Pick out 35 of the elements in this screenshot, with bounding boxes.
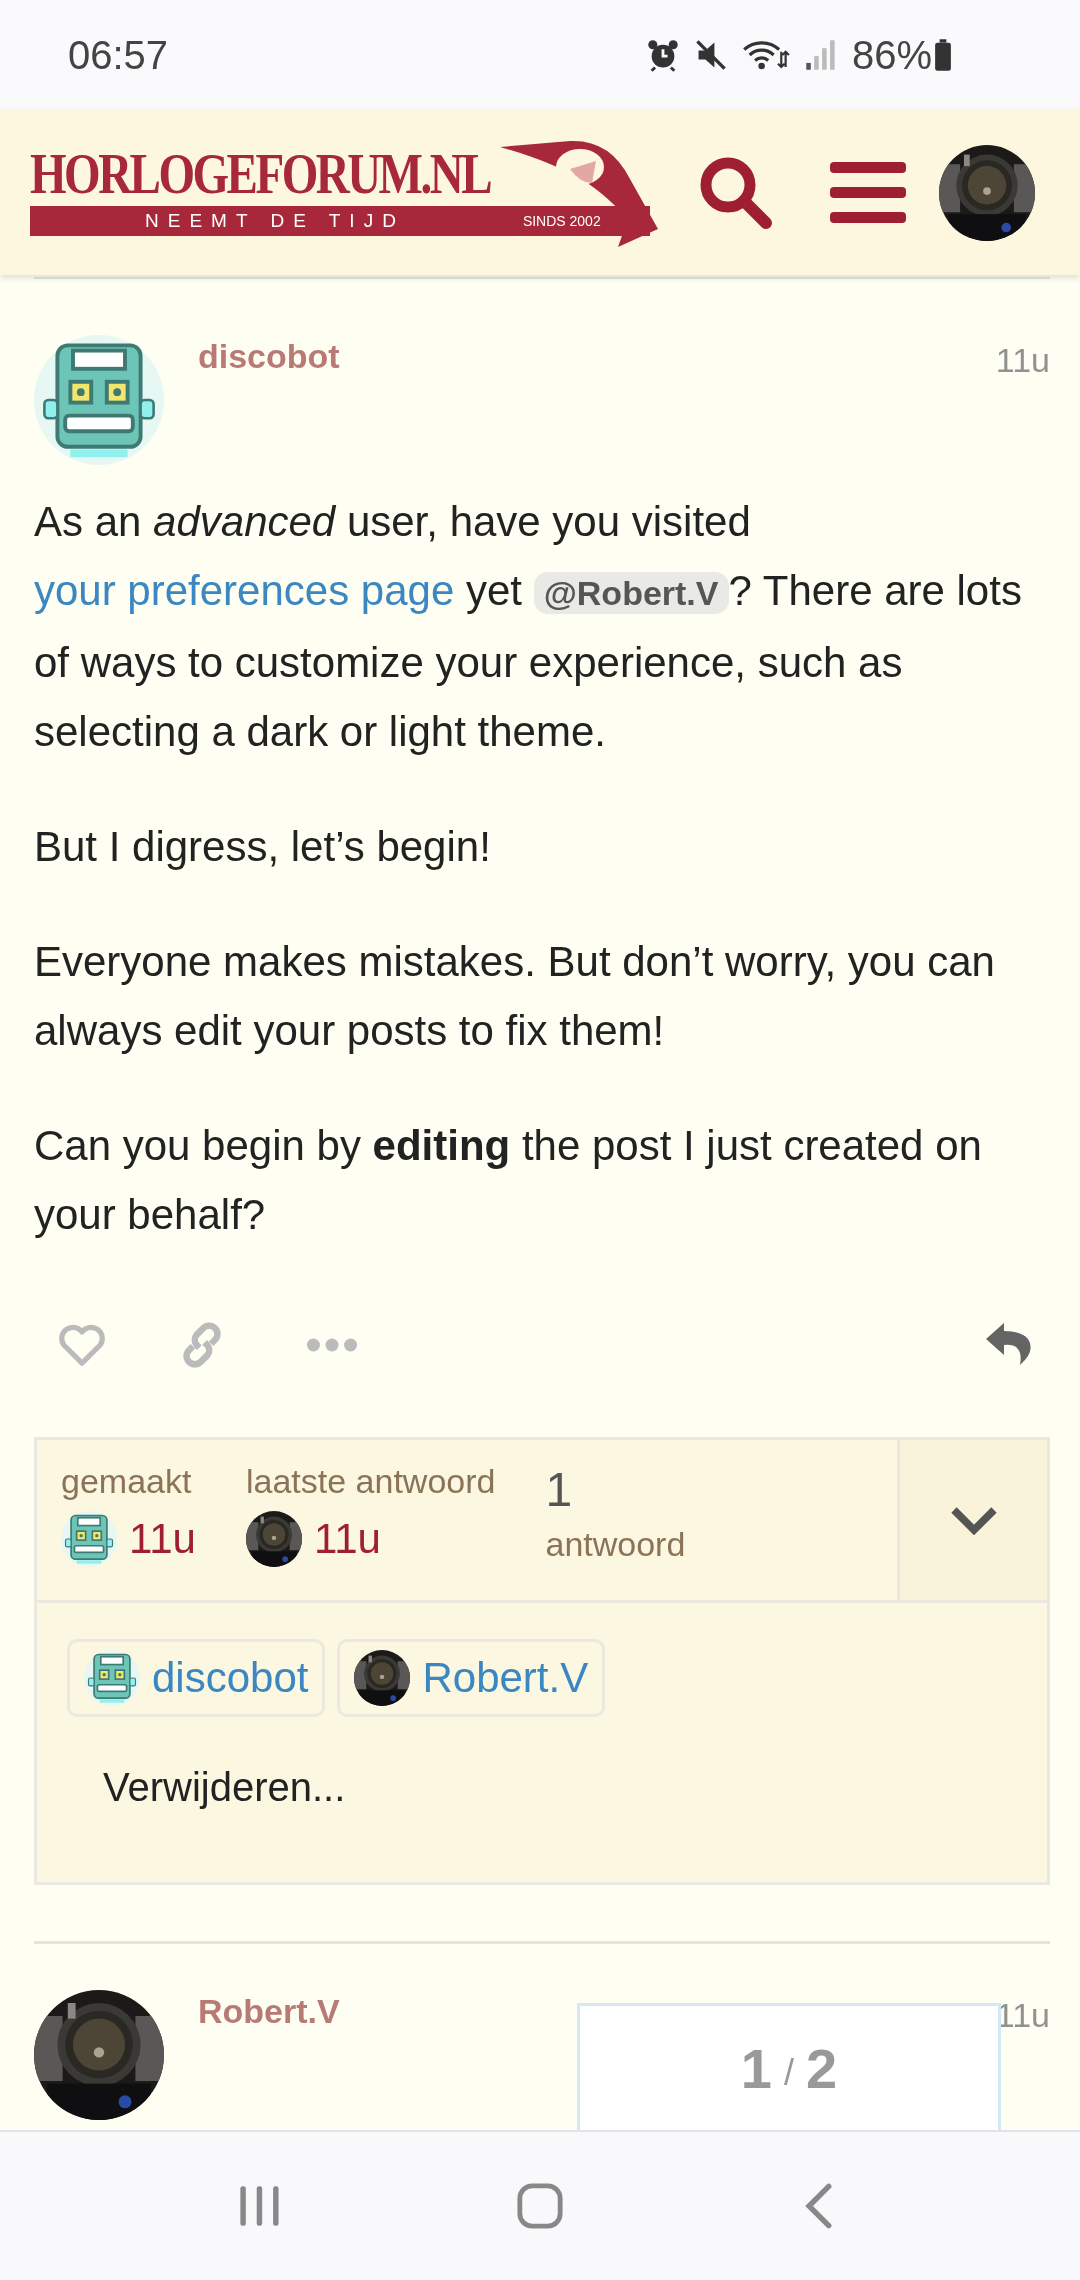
robot-icon bbox=[84, 1650, 140, 1706]
robot-icon bbox=[34, 335, 164, 465]
participant-chip[interactable]: Robert.V bbox=[337, 1639, 606, 1717]
last-reply-time: 11u bbox=[313, 1515, 381, 1563]
alarm-icon bbox=[645, 38, 680, 72]
created-label: gemaakt bbox=[61, 1462, 193, 1501]
logo-title: HORLOGEFORUM.NL bbox=[30, 145, 491, 202]
home-icon[interactable] bbox=[516, 2182, 564, 2230]
chevron-icon bbox=[948, 1505, 999, 1535]
status-time: 06:57 bbox=[68, 32, 169, 78]
post-time: 11u bbox=[995, 341, 1050, 380]
site-logo[interactable]: HORLOGEFORUM.NL NEEMT DE TIJD SINDS 2002 bbox=[30, 137, 650, 248]
collapse-toggle[interactable] bbox=[897, 1440, 1047, 1600]
created-time: 11u bbox=[129, 1515, 196, 1563]
author-name[interactable]: Robert.V bbox=[198, 1992, 340, 2031]
preferences-link[interactable]: your preferences page bbox=[34, 567, 455, 614]
battery-level: 86% bbox=[851, 32, 932, 78]
battery-icon bbox=[934, 38, 952, 72]
mention-link[interactable]: @Robert.V bbox=[533, 572, 729, 614]
post-paragraph: Everyone makes mistakes. But don’t worry, you can always edit your posts to fix them! bbox=[34, 937, 996, 1056]
logo-tagline: NEEMT DE TIJD bbox=[145, 209, 405, 232]
reply-label: antwoord bbox=[545, 1525, 686, 1564]
logo-since: SINDS 2002 bbox=[522, 212, 601, 229]
signal-icon bbox=[803, 38, 838, 72]
author-name[interactable]: discobot bbox=[198, 337, 340, 376]
post-paragraph: As an advanced user, have you visited your preferences page yet @Robert.V ? There are lots of ways to customize your experience, such as selecting a dark or light theme. bbox=[34, 497, 1023, 757]
delete-button[interactable]: Verwijderen... bbox=[103, 1757, 346, 1818]
participant-chip[interactable]: discobot bbox=[67, 1639, 326, 1717]
robot-icon bbox=[61, 1511, 117, 1567]
post-paragraph: Can you begin by editing the post I just created on your behalf? bbox=[34, 1121, 983, 1240]
post-paragraph: But I digress, let’s begin! bbox=[34, 822, 492, 872]
mute-icon bbox=[693, 38, 728, 72]
reply-count: 1 bbox=[545, 1462, 574, 1517]
last-reply-label: laatste antwoord bbox=[245, 1462, 496, 1501]
wifi-icon bbox=[741, 38, 790, 72]
